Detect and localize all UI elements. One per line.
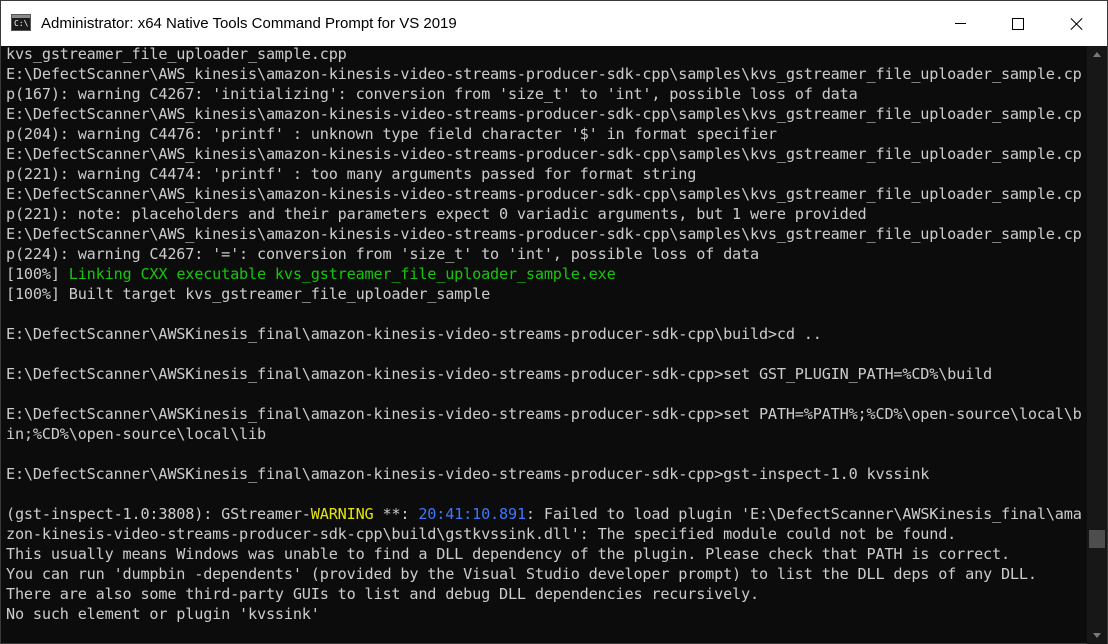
- console-line: No such element or plugin 'kvssink': [6, 604, 1086, 624]
- console-text: p(224): warning C4267: '=': conversion f…: [6, 245, 759, 263]
- arrow-down-icon: [1093, 633, 1101, 638]
- console-text: zon-kinesis-video-streams-producer-sdk-c…: [6, 525, 957, 543]
- console-line: (gst-inspect-1.0:3808): GStreamer-WARNIN…: [6, 504, 1086, 524]
- console-window: C:\ Administrator: x64 Native Tools Comm…: [0, 0, 1108, 644]
- console-line: E:\DefectScanner\AWSKinesis_final\amazon…: [6, 364, 1086, 384]
- console-text: p(221): warning C4474: 'printf' : too ma…: [6, 165, 697, 183]
- console-line: There are also some third-party GUIs to …: [6, 584, 1086, 604]
- console-line: p(221): note: placeholders and their par…: [6, 204, 1086, 224]
- scroll-down-button[interactable]: [1087, 627, 1107, 644]
- window-title: Administrator: x64 Native Tools Command …: [41, 15, 457, 32]
- console-text: p(167): warning C4267: 'initializing': c…: [6, 85, 858, 103]
- console-line: E:\DefectScanner\AWS_kinesis\amazon-kine…: [6, 104, 1086, 124]
- command-prompt-icon[interactable]: C:\: [11, 14, 31, 31]
- console-line: [100%] Linking CXX executable kvs_gstrea…: [6, 264, 1086, 284]
- arrow-up-icon: [1093, 52, 1101, 57]
- console-line: E:\DefectScanner\AWS_kinesis\amazon-kine…: [6, 64, 1086, 84]
- vertical-scrollbar[interactable]: [1087, 46, 1107, 644]
- scrollbar-thumb[interactable]: [1089, 530, 1105, 548]
- minimize-button[interactable]: [931, 1, 989, 46]
- command-prompt-icon-text: C:\: [14, 19, 29, 28]
- console-text: : Failed to load plugin 'E:\DefectScanne…: [525, 505, 1082, 523]
- console-line: E:\DefectScanner\AWSKinesis_final\amazon…: [6, 324, 1086, 344]
- console-text: (gst-inspect-1.0:3808): GStreamer-: [6, 505, 311, 523]
- console-line: E:\DefectScanner\AWS_kinesis\amazon-kine…: [6, 224, 1086, 244]
- close-icon: [1070, 17, 1084, 31]
- console-line: This usually means Windows was unable to…: [6, 544, 1086, 564]
- console-line: zon-kinesis-video-streams-producer-sdk-c…: [6, 524, 1086, 544]
- console-text-green: Linking CXX executable kvs_gstreamer_fil…: [68, 265, 616, 283]
- console-line: E:\DefectScanner\AWS_kinesis\amazon-kine…: [6, 184, 1086, 204]
- close-button[interactable]: [1048, 1, 1106, 46]
- console-line: E:\DefectScanner\AWS_kinesis\amazon-kine…: [6, 144, 1086, 164]
- console-line: p(167): warning C4267: 'initializing': c…: [6, 84, 1086, 104]
- console-text-yellow: WARNING: [310, 505, 374, 523]
- console-text: This usually means Windows was unable to…: [6, 545, 1010, 563]
- console-text: E:\DefectScanner\AWSKinesis_final\amazon…: [6, 365, 993, 383]
- console-text: There are also some third-party GUIs to …: [6, 585, 759, 603]
- console-text: E:\DefectScanner\AWS_kinesis\amazon-kine…: [6, 105, 1082, 123]
- maximize-button[interactable]: [989, 1, 1047, 46]
- console-text: You can run 'dumpbin -dependents' (provi…: [6, 565, 1037, 583]
- console-text: E:\DefectScanner\AWS_kinesis\amazon-kine…: [6, 225, 1082, 243]
- console-text: in;%CD%\open-source\local\lib: [6, 425, 266, 443]
- console-text: E:\DefectScanner\AWSKinesis_final\amazon…: [6, 405, 1082, 423]
- console-line: in;%CD%\open-source\local\lib: [6, 424, 1086, 444]
- scroll-up-button[interactable]: [1087, 46, 1107, 63]
- console-text: [100%] Built target kvs_gstreamer_file_u…: [6, 285, 491, 303]
- console-text: E:\DefectScanner\AWSKinesis_final\amazon…: [6, 465, 930, 483]
- console-text: E:\DefectScanner\AWS_kinesis\amazon-kine…: [6, 145, 1082, 163]
- console-text: E:\DefectScanner\AWSKinesis_final\amazon…: [6, 325, 822, 343]
- console-text: **:: [373, 505, 419, 523]
- console-line: p(221): warning C4474: 'printf' : too ma…: [6, 164, 1086, 184]
- console-text: E:\DefectScanner\AWS_kinesis\amazon-kine…: [6, 185, 1082, 203]
- console-line: kvs_gstreamer_file_uploader_sample.cpp: [6, 44, 1086, 64]
- maximize-icon: [1012, 17, 1024, 30]
- console-text: p(204): warning C4476: 'printf' : unknow…: [6, 125, 777, 143]
- console-line: E:\DefectScanner\AWSKinesis_final\amazon…: [6, 404, 1086, 424]
- console-text-blue: 20:41:10.891: [418, 505, 526, 523]
- console-line: E:\DefectScanner\AWSKinesis_final\amazon…: [6, 464, 1086, 484]
- console-text: No such element or plugin 'kvssink': [6, 605, 320, 623]
- console-line: You can run 'dumpbin -dependents' (provi…: [6, 564, 1086, 584]
- minimize-icon: [954, 23, 966, 24]
- console-text: kvs_gstreamer_file_uploader_sample.cpp: [6, 45, 347, 63]
- title-bar[interactable]: C:\ Administrator: x64 Native Tools Comm…: [1, 1, 1107, 46]
- console-output[interactable]: kvs_gstreamer_file_uploader_sample.cpp E:…: [6, 44, 1086, 644]
- console-line: p(204): warning C4476: 'printf' : unknow…: [6, 124, 1086, 144]
- console-text: E:\DefectScanner\AWS_kinesis\amazon-kine…: [6, 65, 1082, 83]
- console-line: p(224): warning C4267: '=': conversion f…: [6, 244, 1086, 264]
- console-text: [100%]: [6, 265, 69, 283]
- console-line: [100%] Built target kvs_gstreamer_file_u…: [6, 284, 1086, 304]
- console-text: p(221): note: placeholders and their par…: [6, 205, 867, 223]
